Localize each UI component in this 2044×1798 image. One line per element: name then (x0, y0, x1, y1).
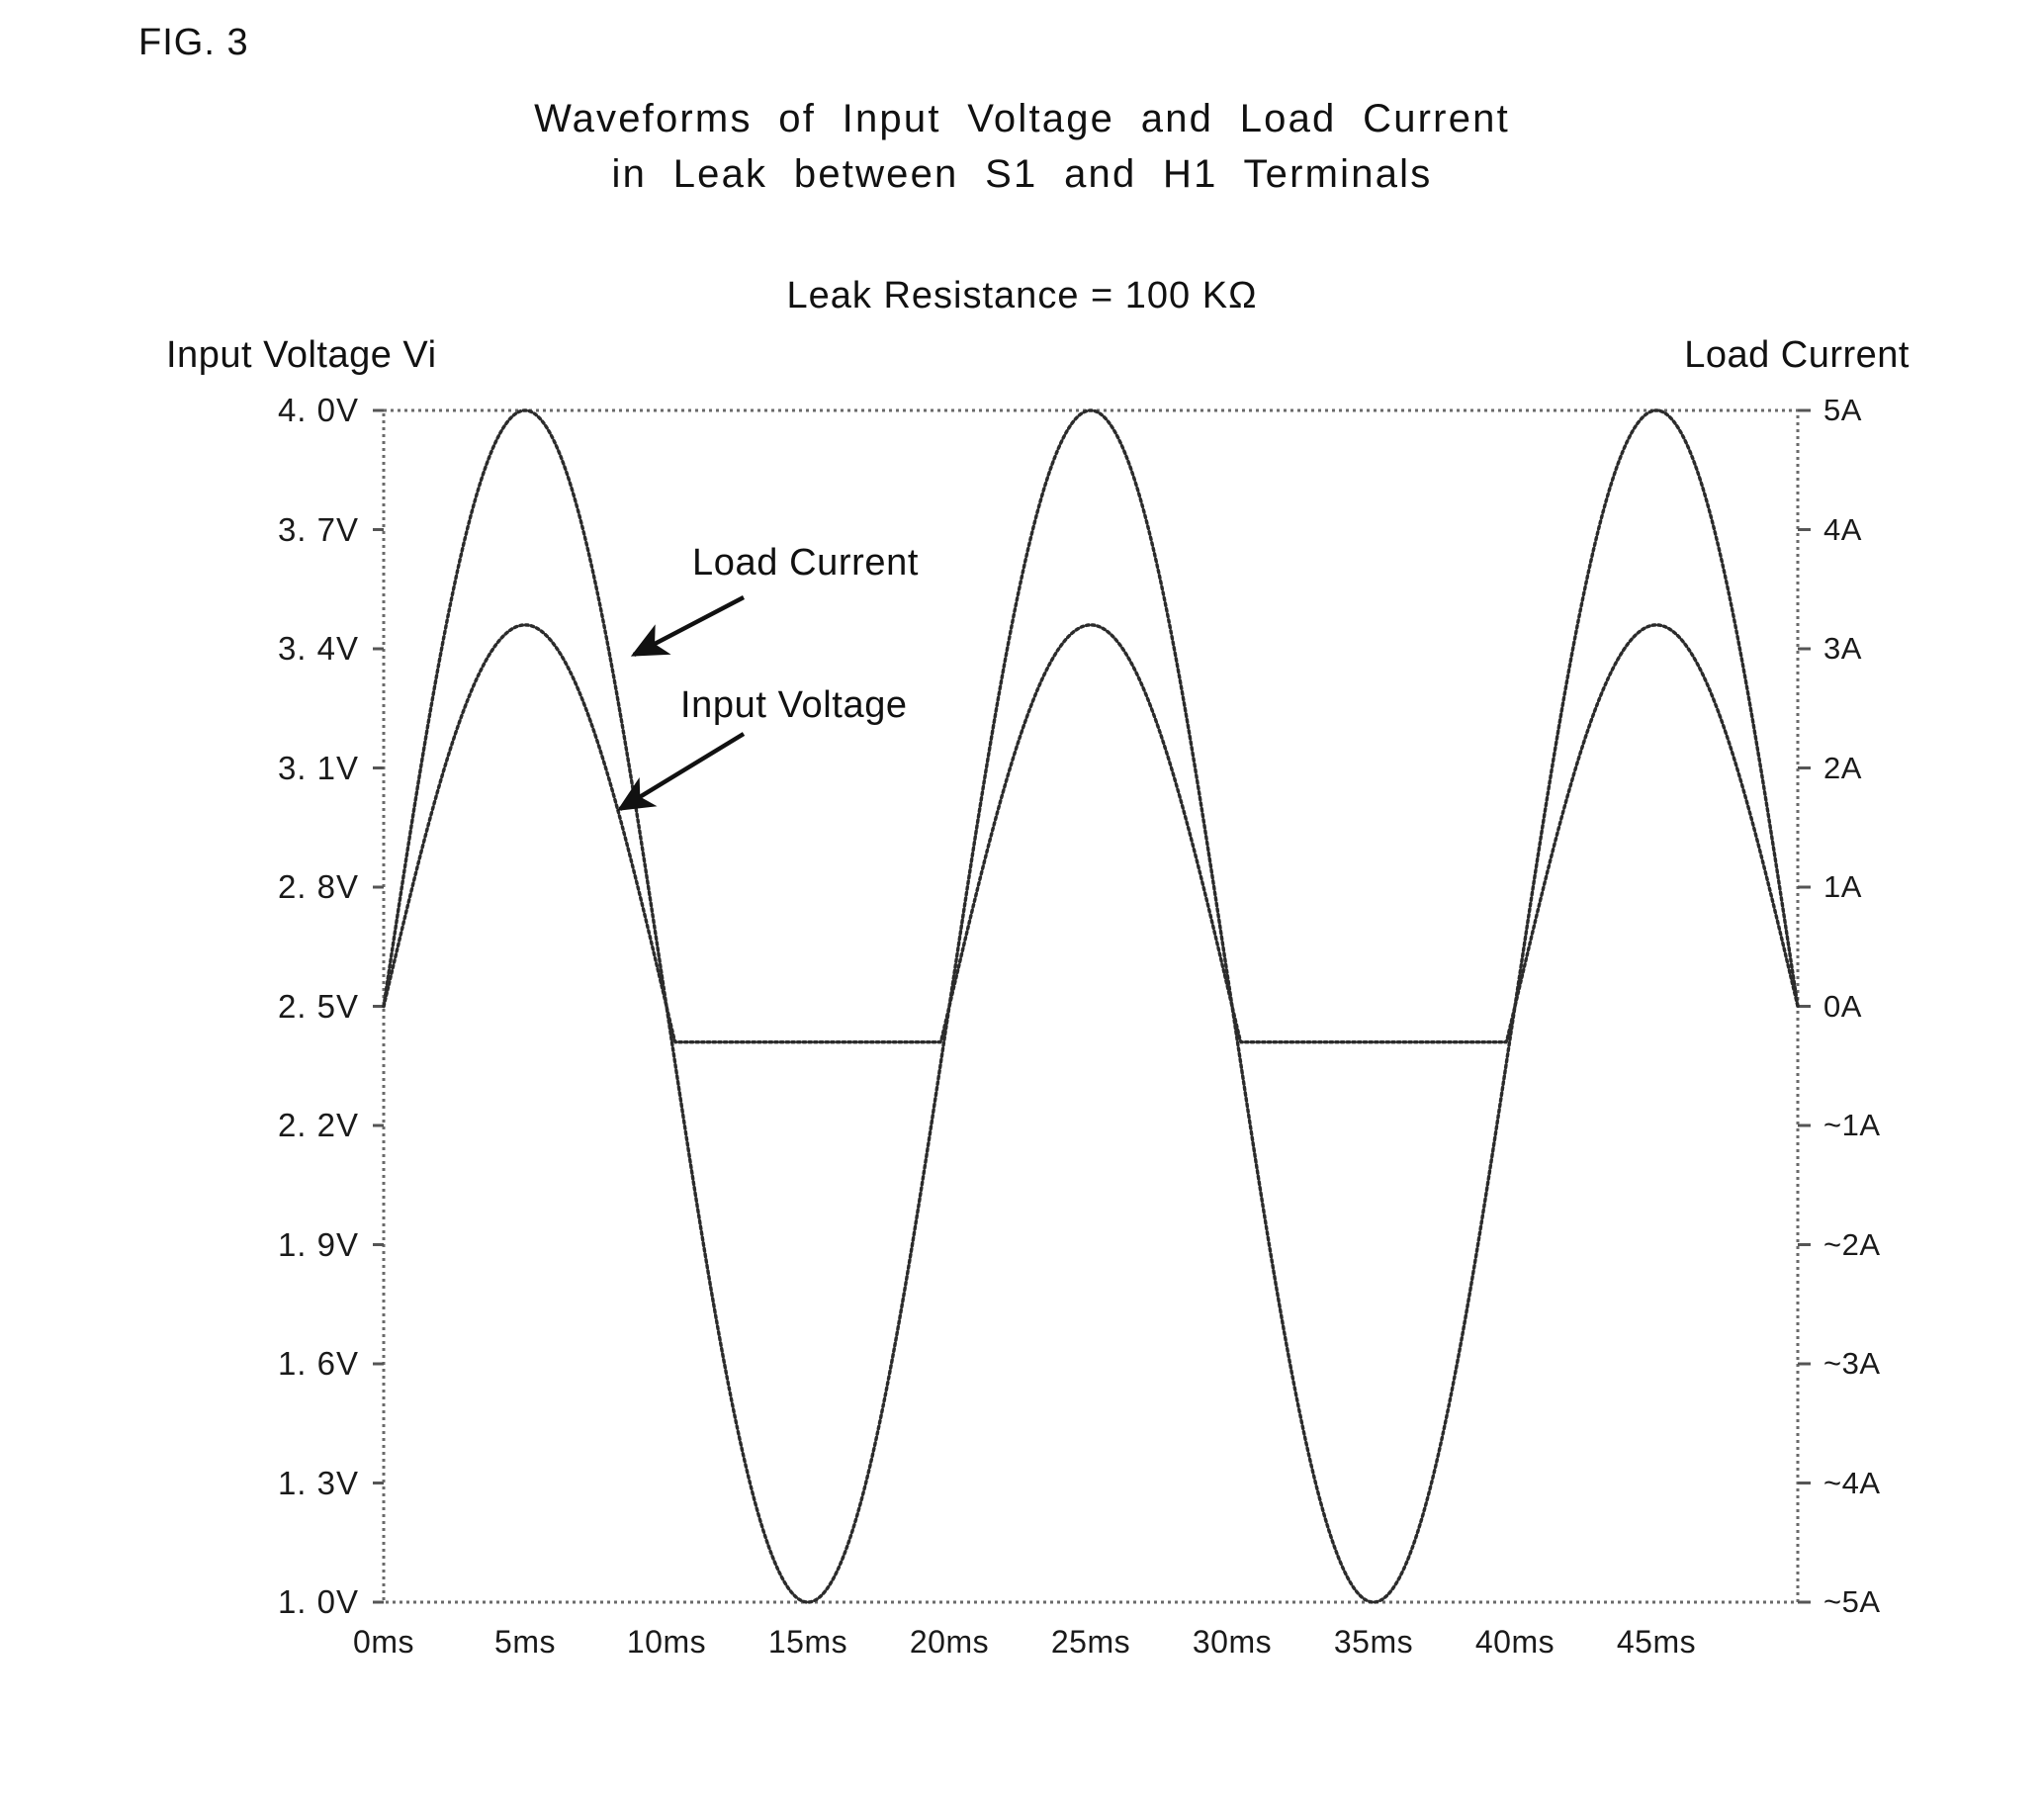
annotation-load-current-label: Load Current (692, 542, 920, 584)
figure-label: FIG. 3 (138, 22, 249, 63)
x-tick-label: 30ms (1192, 1624, 1273, 1660)
right-tick-label: ~1A (1823, 1108, 1881, 1142)
right-tick-label: ~3A (1823, 1346, 1881, 1381)
left-tick-label: 1. 0V (277, 1583, 359, 1620)
annotation-input-voltage-label: Input Voltage (680, 684, 908, 726)
left-tick-label: 1. 9V (277, 1225, 359, 1263)
left-tick-label: 4. 0V (277, 392, 359, 428)
input-voltage-trace (382, 408, 1800, 1604)
chart-title-line-1: Waveforms of Input Voltage and Load Curr… (534, 97, 1510, 140)
left-tick-label: 2. 8V (277, 868, 359, 905)
x-tick-label: 25ms (1050, 1624, 1131, 1660)
x-tick-label: 40ms (1474, 1624, 1555, 1660)
left-tick-label: 1. 3V (277, 1464, 359, 1501)
x-tick-label: 0ms (353, 1624, 414, 1660)
right-tick-label: ~5A (1823, 1584, 1881, 1619)
x-tick-label: 15ms (767, 1624, 848, 1660)
x-tick-label: 20ms (909, 1624, 990, 1660)
right-axis-title: Load Current (1684, 334, 1910, 376)
left-axis-title: Input Voltage Vi (166, 334, 437, 376)
left-tick-label: 3. 7V (277, 510, 359, 548)
chart-title-line-2: in Leak between S1 and H1 Terminals (611, 152, 1433, 196)
left-tick-label: 1. 6V (277, 1345, 359, 1382)
x-tick-label: 35ms (1333, 1624, 1414, 1660)
right-tick-label: 1A (1823, 869, 1862, 904)
right-tick-label: 4A (1823, 511, 1862, 547)
left-tick-label: 3. 4V (277, 630, 359, 667)
right-tick-label: ~4A (1823, 1465, 1881, 1500)
right-tick-marks (1798, 408, 1811, 1604)
chart-subtitle: Leak Resistance = 100 KΩ (786, 275, 1258, 316)
left-tick-label: 2. 2V (277, 1107, 359, 1143)
plot-area: 1. 0V 1. 3V 1. 6V 1. 9V 2. 2V 2. 5V 2. 8V 3. 1V… (278, 392, 1880, 1660)
left-tick-label: 3. 1V (277, 749, 359, 786)
chart-title: Waveforms of Input Voltage and Load Curr… (0, 91, 2044, 202)
x-tick-label: 5ms (494, 1624, 556, 1660)
right-tick-label: ~2A (1823, 1226, 1881, 1262)
right-tick-label: 2A (1823, 750, 1862, 785)
right-tick-label: 5A (1823, 393, 1862, 427)
waveform-plot (373, 408, 1811, 1604)
left-tick-label: 2. 5V (277, 987, 359, 1025)
right-tick-label: 0A (1823, 988, 1862, 1024)
x-tick-label: 10ms (626, 1624, 707, 1660)
x-tick-label: 45ms (1616, 1624, 1697, 1660)
load-current-trace (382, 623, 1800, 1044)
right-tick-label: 3A (1823, 631, 1862, 666)
